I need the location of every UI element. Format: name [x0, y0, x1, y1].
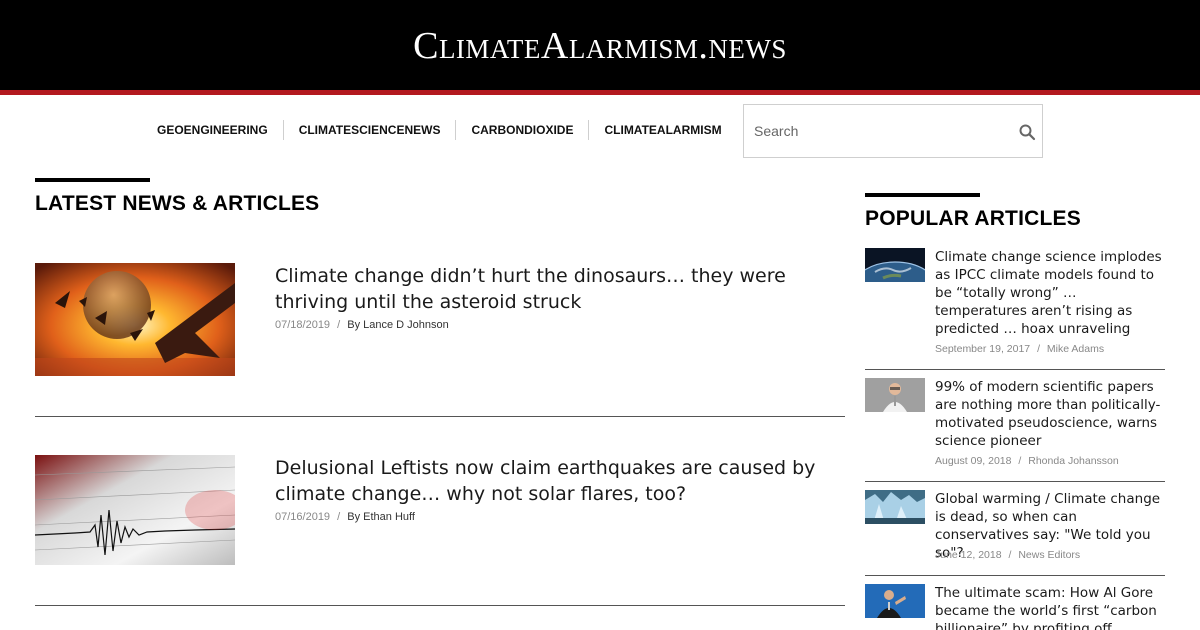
search-icon[interactable] — [1018, 123, 1036, 141]
popular-author[interactable]: Mike Adams — [1047, 343, 1104, 355]
popular-date: September 19, 2017 — [935, 343, 1031, 355]
article-meta: 07/18/2019 / By Lance D Johnson — [275, 319, 449, 331]
popular-title[interactable]: The ultimate scam: How Al Gore became th… — [935, 584, 1165, 630]
article-date: 07/18/2019 — [275, 319, 331, 331]
article-author[interactable]: By Lance D Johnson — [347, 319, 449, 331]
popular-author[interactable]: News Editors — [1018, 549, 1080, 561]
article-item: Climate change didn’t hurt the dinosaurs… — [35, 263, 845, 383]
meta-separator: / — [1037, 343, 1040, 355]
popular-heading: POPULAR ARTICLES — [865, 207, 1081, 230]
search-box — [743, 104, 1043, 158]
scientist-image[interactable] — [865, 378, 925, 412]
nav-item-climatesciencenews[interactable]: CLIMATESCIENCENEWS — [282, 120, 456, 140]
popular-date: August 09, 2018 — [935, 455, 1012, 467]
nav-item-carbondioxide[interactable]: CARBONDIOXIDE — [455, 120, 588, 140]
popular-heading-bar — [865, 193, 980, 197]
popular-author[interactable]: Rhonda Johansson — [1028, 455, 1119, 467]
site-header: ClimateAlarmism.news — [0, 0, 1200, 90]
article-item: Delusional Leftists now claim earthquake… — [35, 455, 845, 575]
popular-item: Global warming / Climate change is dead,… — [865, 490, 1165, 565]
meta-separator: / — [1008, 549, 1012, 561]
popular-date: June 12, 2018 — [935, 549, 1002, 561]
popular-divider — [865, 481, 1165, 482]
article-title[interactable]: Climate change didn’t hurt the dinosaurs… — [275, 263, 845, 315]
article-meta: 07/16/2019 / By Ethan Huff — [275, 511, 415, 523]
header-accent-rule — [0, 90, 1200, 95]
site-logo[interactable]: ClimateAlarmism.news — [0, 24, 1200, 68]
popular-divider — [865, 575, 1165, 576]
asteroid-pterodactyl-image[interactable] — [35, 263, 235, 376]
meta-separator: / — [1018, 455, 1022, 467]
popular-meta: September 19, 2017 / Mike Adams — [935, 343, 1104, 355]
popular-meta: June 12, 2018 / News Editors — [935, 549, 1080, 561]
popular-item: Climate change science implodes as IPCC … — [865, 248, 1165, 363]
earth-image[interactable] — [865, 248, 925, 282]
latest-heading-bar — [35, 178, 150, 182]
popular-title[interactable]: Climate change science implodes as IPCC … — [935, 248, 1167, 338]
nav-item-climatealarmism[interactable]: CLIMATEALARMISM — [588, 120, 736, 140]
article-date: 07/16/2019 — [275, 511, 331, 523]
popular-item: The ultimate scam: How Al Gore became th… — [865, 584, 1165, 630]
meta-separator: / — [337, 319, 341, 331]
popular-title[interactable]: 99% of modern scientific papers are noth… — [935, 378, 1167, 450]
al-gore-image[interactable] — [865, 584, 925, 618]
article-title[interactable]: Delusional Leftists now claim earthquake… — [275, 455, 845, 507]
seismograph-image[interactable] — [35, 455, 235, 565]
popular-meta: August 09, 2018 / Rhonda Johansson — [935, 455, 1119, 467]
nav-item-geoengineering[interactable]: GEOENGINEERING — [142, 120, 283, 140]
popular-item: 99% of modern scientific papers are noth… — [865, 378, 1165, 473]
article-divider — [35, 416, 845, 417]
article-author[interactable]: By Ethan Huff — [347, 511, 415, 523]
meta-separator: / — [337, 511, 341, 523]
article-divider — [35, 605, 845, 606]
glacier-image[interactable] — [865, 490, 925, 524]
popular-divider — [865, 369, 1165, 370]
search-input[interactable] — [754, 119, 1004, 143]
latest-heading: LATEST NEWS & ARTICLES — [35, 192, 320, 215]
main-nav: GEOENGINEERING CLIMATESCIENCENEWS CARBON… — [142, 120, 737, 140]
